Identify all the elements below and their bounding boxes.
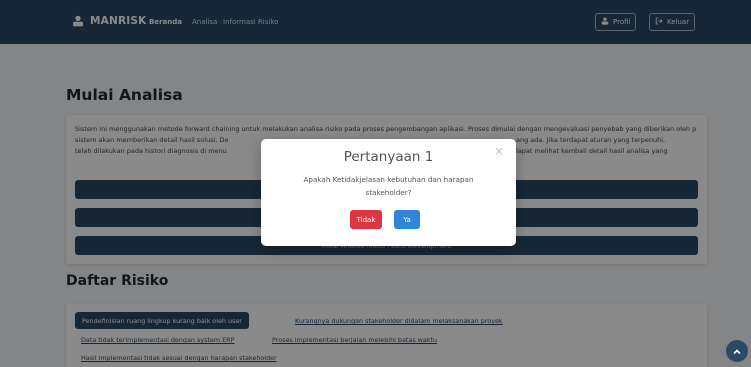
no-button[interactable]: Tidak <box>350 210 382 229</box>
close-icon[interactable]: × <box>494 144 504 158</box>
scroll-to-top-button[interactable] <box>726 340 748 362</box>
chevron-up-icon <box>732 342 742 361</box>
yes-button[interactable]: Ya <box>394 210 420 229</box>
question-dialog: Pertanyaan 1 × Apakah Ketidakjelasan keb… <box>261 139 516 246</box>
dialog-question: Apakah Ketidakjelasan kebutuhan dan hara… <box>303 175 474 197</box>
dialog-title: Pertanyaan 1 <box>343 149 434 165</box>
